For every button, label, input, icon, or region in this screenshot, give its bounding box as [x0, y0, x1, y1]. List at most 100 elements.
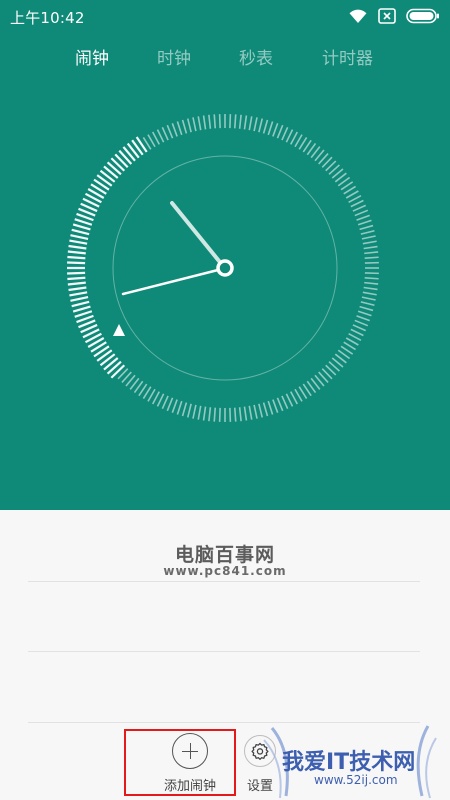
clock-tick	[360, 229, 375, 235]
clock-tick	[71, 300, 90, 308]
watermark-url: www.pc841.com	[163, 564, 287, 578]
clock-tick	[258, 403, 264, 418]
clock-tick	[290, 131, 299, 145]
analog-clock	[67, 114, 379, 422]
clock-tick	[70, 234, 89, 240]
clock-tick	[238, 114, 242, 129]
clock-tick	[361, 235, 376, 240]
clock-tick	[357, 310, 372, 317]
clock-tick	[197, 405, 202, 420]
clock-tick	[362, 291, 377, 296]
clock-tick	[74, 218, 93, 226]
clock-tick	[345, 337, 359, 346]
alarm-marker-icon	[113, 324, 125, 336]
clock-tick	[364, 256, 379, 260]
clock-tick	[348, 333, 362, 342]
clock-tick	[352, 324, 367, 332]
clock-tick	[262, 402, 269, 417]
clock-tick	[147, 134, 156, 148]
clock-tick	[354, 319, 369, 327]
clock-tick	[70, 296, 89, 302]
clock-tick	[171, 399, 178, 413]
clock-tick	[348, 194, 362, 203]
clock-tick	[68, 244, 87, 250]
clock-tick	[68, 286, 87, 292]
clock-tick	[290, 391, 299, 405]
alarm-screen: 上午10:42 闹钟 时钟 秒表 计时器 电脑百事网 www.pc841.com…	[0, 0, 450, 800]
corner-logo-title: 我爱IT技术网	[282, 750, 416, 775]
clock-tick	[71, 228, 90, 236]
clock-tick	[156, 393, 165, 407]
clock-tick	[67, 281, 86, 286]
clock-tick	[267, 400, 274, 415]
clock-tick	[253, 404, 258, 419]
clock-tick	[243, 115, 248, 130]
clock-tick	[276, 397, 284, 412]
clock-tick	[213, 407, 217, 422]
clock-tick	[72, 223, 91, 231]
clock-tick	[350, 199, 364, 208]
clock-tick	[356, 214, 370, 221]
clock-tick	[360, 301, 375, 307]
clock-tick	[248, 405, 253, 420]
list-divider	[28, 651, 420, 652]
clock-tick	[361, 296, 376, 301]
highlight-box	[124, 729, 236, 796]
corner-watermark-logo: 我爱IT技术网 www.52ij.com	[252, 722, 442, 800]
clock-tick	[67, 276, 86, 281]
clock-tick	[186, 118, 192, 133]
clock-tick	[147, 388, 156, 402]
clock-tick	[354, 209, 369, 217]
clock-tick	[67, 250, 86, 255]
clock-tick	[161, 395, 169, 410]
clock-header: 上午10:42 闹钟 时钟 秒表 计时器	[0, 0, 450, 510]
clock-tick	[67, 261, 86, 265]
clock-tick	[285, 393, 294, 407]
clock-tick	[72, 305, 91, 313]
clock-tick	[294, 388, 303, 402]
clock-tick	[202, 115, 207, 130]
clock-tick	[248, 116, 253, 131]
clock-tick	[166, 397, 174, 412]
clock-tick	[192, 117, 197, 132]
clock-tick	[151, 131, 160, 145]
clock-tick	[166, 124, 174, 139]
clock-tick	[357, 219, 372, 226]
clock-tick	[362, 240, 377, 245]
clock-tick	[67, 271, 86, 275]
clock-tick	[176, 121, 183, 136]
clock-tick	[67, 255, 86, 260]
clock-tick	[285, 129, 294, 143]
hour-hand	[170, 201, 221, 263]
clock-tick	[171, 123, 178, 137]
clock-tick	[156, 129, 165, 143]
corner-logo-url: www.52ij.com	[314, 773, 398, 787]
clock-tick	[364, 281, 379, 285]
clock-tick	[192, 404, 197, 419]
clock-tick	[364, 276, 379, 280]
clock-tick	[181, 119, 188, 134]
clock-tick	[345, 190, 359, 199]
watermark-title: 电脑百事网	[174, 544, 275, 566]
clock-tick	[356, 315, 370, 322]
clock-tick	[364, 251, 379, 255]
clock-tick	[258, 118, 264, 133]
clock-tick	[186, 403, 192, 418]
clock-tick	[238, 407, 242, 422]
clock-tick	[359, 224, 374, 231]
clock-tick	[281, 126, 289, 141]
clock-tick	[243, 406, 248, 421]
clock-tick	[363, 286, 378, 291]
list-divider	[28, 581, 420, 582]
minute-hand	[121, 268, 220, 296]
clock-tick	[281, 395, 289, 410]
clock-tick	[213, 114, 217, 129]
clock-tick	[267, 121, 274, 136]
alarm-list: 电脑百事网 www.pc841.com	[0, 510, 450, 730]
clock-tick	[272, 123, 279, 137]
clock-tick	[69, 239, 88, 245]
clock-tick	[272, 399, 279, 413]
clock-tick	[233, 114, 237, 129]
clock-tick	[253, 117, 258, 132]
clock-tick	[233, 407, 237, 422]
